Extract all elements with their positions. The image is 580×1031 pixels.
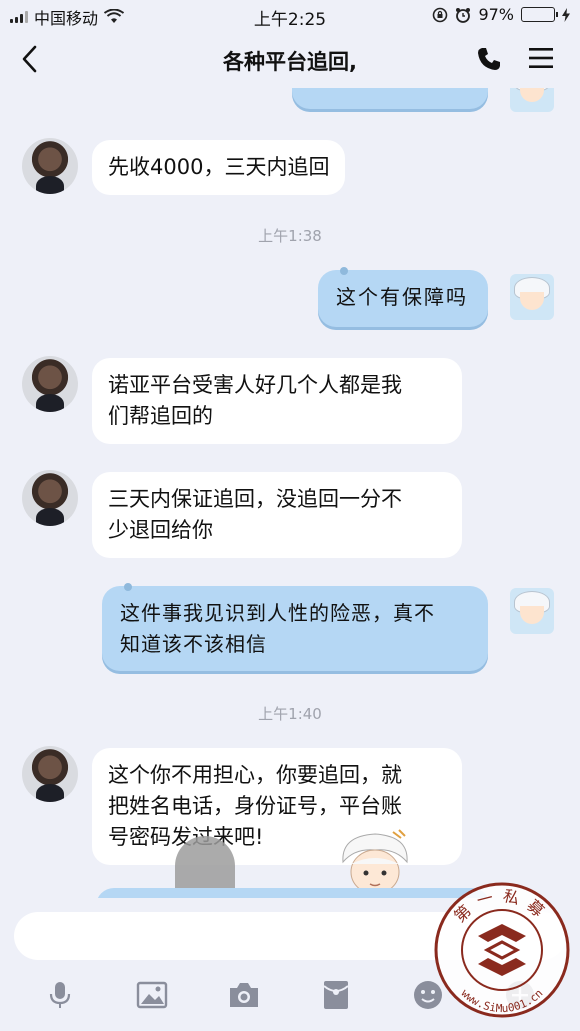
contact-avatar[interactable] <box>22 470 78 526</box>
contact-avatar[interactable] <box>22 356 78 412</box>
mic-icon[interactable] <box>44 980 76 1010</box>
message-text: 先收4000，三天内追回 <box>108 155 330 179</box>
message-bubble: 三天内保证追回，没追回一分不 少退回给你 <box>92 472 462 558</box>
contact-avatar[interactable] <box>22 746 78 802</box>
message-bubble: 这个有保障吗 <box>318 267 488 330</box>
battery-percent: 97% <box>478 5 514 24</box>
my-avatar[interactable] <box>510 88 554 112</box>
charging-icon <box>562 7 570 22</box>
rotation-lock-icon <box>433 7 448 22</box>
my-avatar[interactable] <box>510 588 554 634</box>
message-text: 这个有保障吗 <box>336 285 468 309</box>
image-icon[interactable] <box>136 980 168 1010</box>
red-packet-icon[interactable] <box>320 980 352 1010</box>
menu-icon[interactable] <box>528 46 554 70</box>
my-avatar[interactable] <box>510 274 554 320</box>
status-bar: 中国移动 上午2:25 97% <box>0 0 580 30</box>
message-line: 知道该不该相信 <box>120 632 267 656</box>
next-message-bubble <box>96 888 490 898</box>
chat-area[interactable]: 先收4000，三天内追回 上午1:38 这个有保障吗 诺亚平台受害人好几个人都是… <box>0 88 580 898</box>
message-bubble: 诺亚平台受害人好几个人都是我 们帮追回的 <box>92 358 462 444</box>
phone-icon[interactable] <box>476 46 502 72</box>
message-line: 三天内保证追回，没追回一分不 <box>108 487 402 511</box>
battery-icon <box>521 7 558 22</box>
status-right: 97% <box>432 5 570 24</box>
message-line: 这个你不用担心，你要追回，就 <box>108 763 402 787</box>
previous-message-bubble <box>292 88 488 112</box>
contact-avatar[interactable] <box>22 138 78 194</box>
message-line: 把姓名电话，身份证号，平台账 <box>108 794 402 818</box>
camera-icon[interactable] <box>228 980 260 1010</box>
nav-bar: 各种平台追回, <box>0 30 580 88</box>
alarm-icon <box>456 7 471 23</box>
message-line: 少退回给你 <box>108 518 213 542</box>
message-line: 这件事我见识到人性的险恶，真不 <box>120 601 435 625</box>
watermark-seal: 第一私募 www.SiMu001.cn <box>434 882 570 1018</box>
back-icon[interactable] <box>18 44 42 74</box>
message-line: 们帮追回的 <box>108 404 213 428</box>
message-line: 诺亚平台受害人好几个人都是我 <box>108 373 402 397</box>
timestamp: 上午1:38 <box>258 227 322 245</box>
timestamp: 上午1:40 <box>258 705 322 723</box>
message-bubble: 这件事我见识到人性的险恶，真不 知道该不该相信 <box>102 583 488 674</box>
message-bubble: 先收4000，三天内追回 <box>92 140 346 195</box>
